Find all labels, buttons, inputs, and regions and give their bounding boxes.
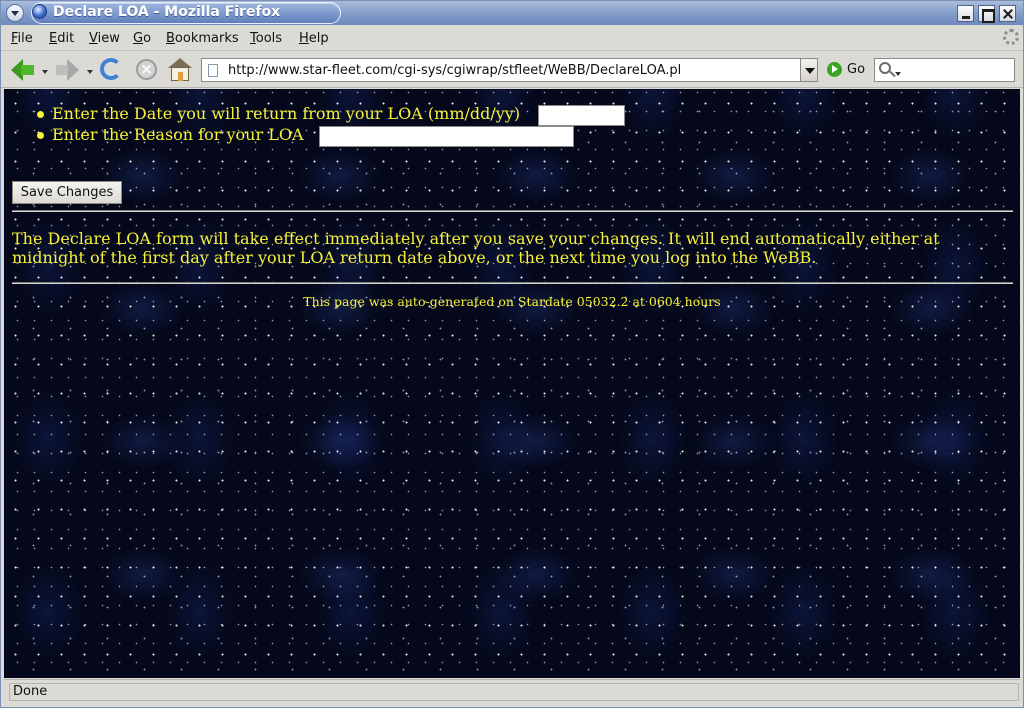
search-icon[interactable]: [879, 62, 891, 74]
window-menu-button[interactable]: [6, 4, 24, 22]
minimize-button[interactable]: [957, 5, 974, 22]
go-arrow-icon: [827, 62, 842, 77]
menu-edit[interactable]: Edit: [49, 31, 74, 46]
forward-arrow-icon[interactable]: [55, 57, 81, 83]
back-history-dropdown-icon[interactable]: [42, 70, 48, 74]
search-input[interactable]: [874, 58, 1015, 82]
maximize-button[interactable]: [978, 5, 995, 23]
search-engine-dropdown-icon[interactable]: [895, 72, 901, 76]
menu-go[interactable]: Go: [133, 31, 151, 46]
status-bar: Done: [4, 679, 1020, 701]
stop-icon[interactable]: ×: [134, 57, 160, 83]
status-text: Done: [9, 683, 1019, 701]
throbber-icon: [1003, 29, 1019, 45]
loa-reason-input[interactable]: [319, 126, 574, 147]
forward-history-dropdown-icon[interactable]: [87, 70, 93, 74]
page-icon: [208, 64, 218, 77]
url-bar[interactable]: http://www.star-fleet.com/cgi-sys/cgiwra…: [201, 58, 818, 82]
menu-tools[interactable]: Tools: [250, 31, 282, 46]
menu-bar: File Edit View Go Bookmarks Tools Help: [1, 27, 1023, 51]
home-icon[interactable]: [167, 57, 193, 83]
return-date-input[interactable]: [538, 105, 625, 126]
bullet-icon: [37, 132, 44, 139]
url-history-dropdown-button[interactable]: [800, 58, 818, 82]
divider: [12, 210, 1013, 212]
autogen-footer: This page was auto-generated on Stardate…: [303, 294, 721, 309]
menu-file[interactable]: File: [11, 31, 33, 46]
menu-help[interactable]: Help: [299, 31, 329, 46]
title-bar[interactable]: Declare LOA - Mozilla Firefox: [1, 1, 1023, 25]
save-changes-button[interactable]: Save Changes: [12, 181, 122, 204]
divider: [12, 282, 1013, 284]
date-label: Enter the Date you will return from your…: [52, 104, 521, 123]
reason-label: Enter the Reason for your LOA: [52, 125, 304, 144]
window-title: Declare LOA - Mozilla Firefox: [53, 4, 281, 20]
menu-bookmarks[interactable]: Bookmarks: [166, 31, 239, 46]
browser-window: Declare LOA - Mozilla Firefox File Edit …: [0, 0, 1024, 708]
url-text[interactable]: http://www.star-fleet.com/cgi-sys/cgiwra…: [228, 63, 681, 78]
reload-icon[interactable]: [99, 57, 125, 83]
firefox-globe-icon: [32, 4, 47, 19]
go-label: Go: [847, 62, 866, 77]
menu-view[interactable]: View: [89, 31, 120, 46]
back-arrow-icon[interactable]: [10, 57, 36, 83]
loa-notice-text: The Declare LOA form will take effect im…: [12, 229, 940, 267]
bullet-icon: [37, 111, 44, 118]
close-button[interactable]: [999, 5, 1016, 22]
page-content: Enter the Date you will return from your…: [4, 89, 1020, 678]
